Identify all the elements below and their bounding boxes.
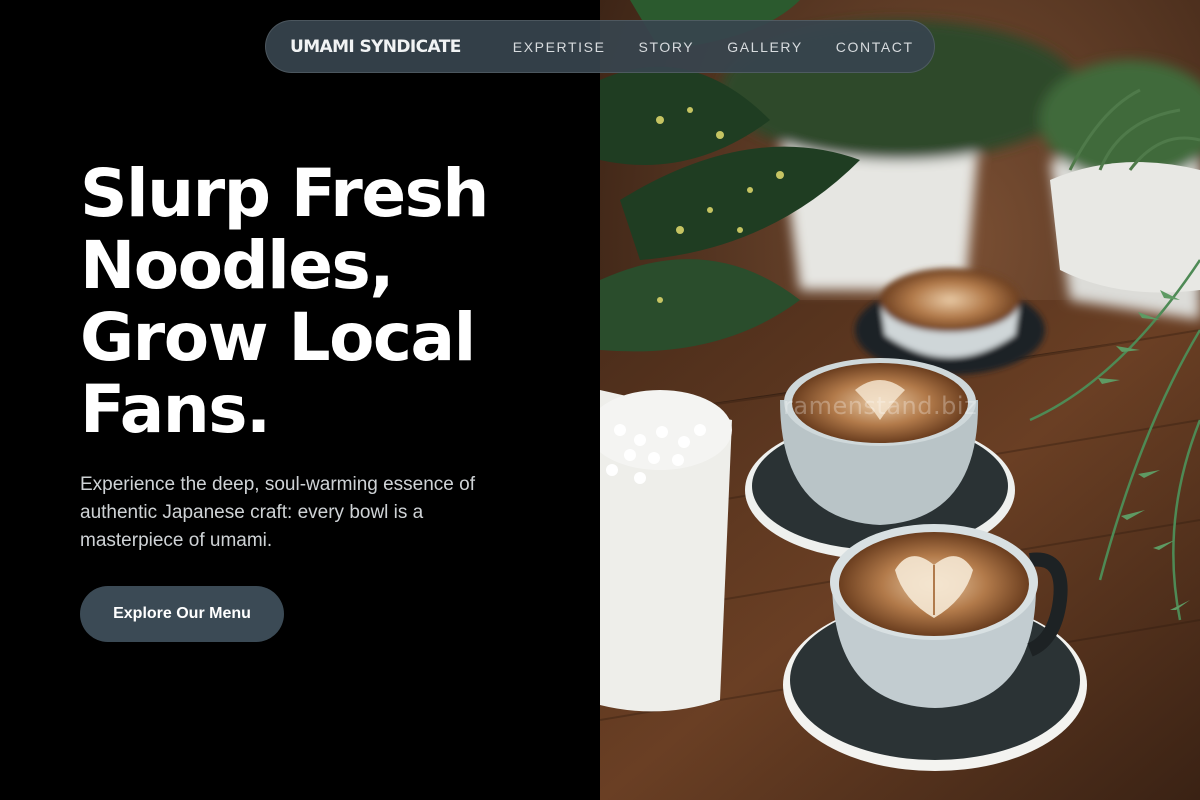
brand-logo[interactable]: UMAMI SYNDICATE bbox=[290, 37, 461, 57]
hero-subtitle: Experience the deep, soul-warming essenc… bbox=[80, 474, 476, 551]
hero-title-line: Grow Local bbox=[80, 299, 476, 376]
landing-page: Slurp Fresh Noodles, Grow Local Fans. Ex… bbox=[0, 0, 1200, 800]
nav-link-gallery[interactable]: GALLERY bbox=[727, 39, 803, 55]
nav-link-expertise[interactable]: EXPERTISE bbox=[513, 39, 606, 55]
hero-title: Slurp Fresh Noodles, Grow Local Fans. bbox=[80, 158, 560, 446]
hero-text-panel: Slurp Fresh Noodles, Grow Local Fans. Ex… bbox=[0, 0, 600, 800]
top-navigation: UMAMI SYNDICATE EXPERTISE STORY GALLERY … bbox=[265, 20, 935, 73]
nav-links: EXPERTISE STORY GALLERY CONTACT bbox=[513, 39, 914, 55]
hero-title-line: Slurp Fresh bbox=[80, 155, 489, 232]
nav-link-story[interactable]: STORY bbox=[639, 39, 695, 55]
nav-link-contact[interactable]: CONTACT bbox=[836, 39, 914, 55]
hero-title-line: Noodles, bbox=[80, 227, 394, 304]
explore-menu-button[interactable]: Explore Our Menu bbox=[80, 586, 284, 642]
hero-title-line: Fans. bbox=[80, 371, 271, 448]
watermark-text: ramenstand.biz bbox=[783, 392, 978, 420]
